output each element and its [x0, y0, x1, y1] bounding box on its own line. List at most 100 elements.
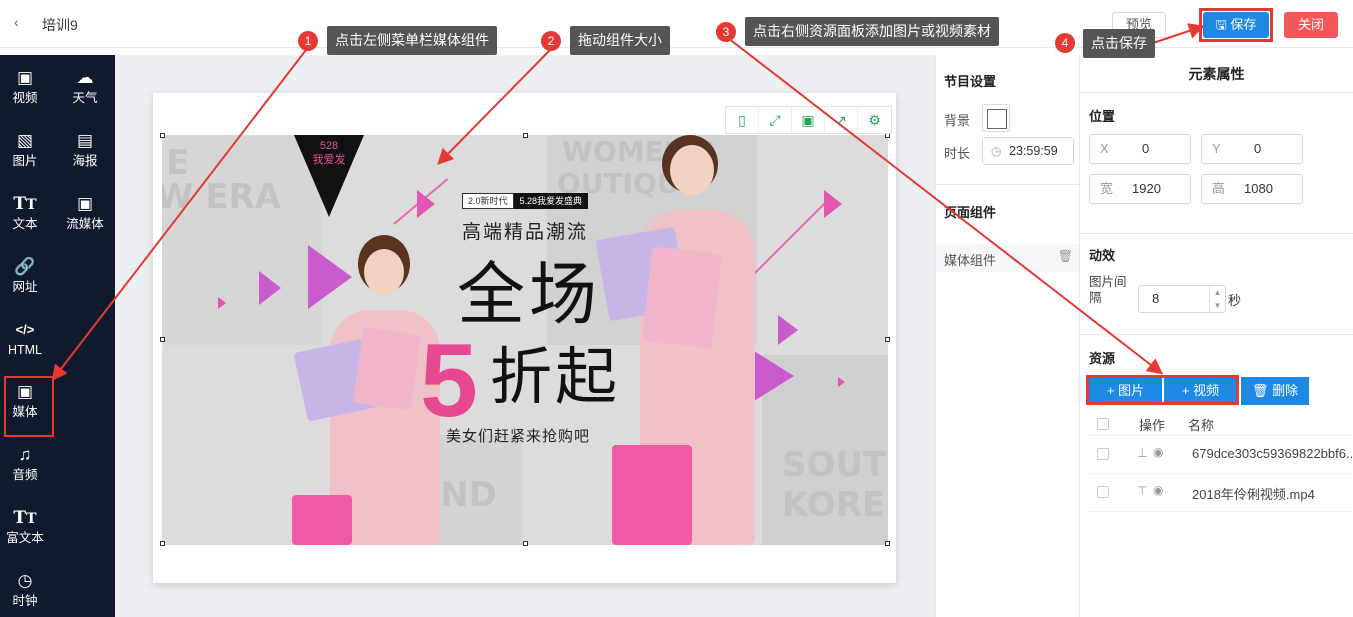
sidebar-item-label: 图片 [12, 154, 38, 168]
sidebar-item-video[interactable]: ▣ 视频 [0, 66, 50, 116]
sidebar-item-weather[interactable]: ☁ 天气 [60, 66, 110, 116]
move-up-icon[interactable]: ⊤ [1137, 484, 1147, 498]
sidebar-item-image[interactable]: ▧ 图片 [0, 129, 50, 179]
y-label: Y [1212, 141, 1221, 156]
position-title: 位置 [1089, 109, 1116, 124]
poster-icon: ▤ [76, 131, 94, 150]
banner-big-number: 5 [420, 323, 478, 439]
sidebar-item-html[interactable]: </> HTML [0, 318, 50, 368]
image-icon: ▧ [16, 131, 34, 150]
bg-word: W ERA [162, 177, 282, 217]
trash-icon: 🗑 [1251, 383, 1269, 398]
resize-handle[interactable] [523, 541, 528, 546]
resize-handle[interactable] [885, 541, 890, 546]
duration-value: 23:59:59 [1009, 144, 1058, 158]
col-operation: 操作 [1139, 418, 1166, 433]
row-checkbox[interactable] [1097, 486, 1109, 498]
fullscreen-icon[interactable]: ⤢ [759, 107, 792, 133]
height-field[interactable]: 高 1080 [1201, 174, 1303, 204]
sidebar-item-text[interactable]: TT 文本 [0, 192, 50, 242]
decor-triangle [259, 271, 281, 305]
bg-word: KORE [782, 485, 886, 525]
delete-label: 删除 [1272, 383, 1299, 398]
width-field[interactable]: 宽 1920 [1089, 174, 1191, 204]
tag-row: 2.0新时代 5.28我爱发盛典 [462, 193, 589, 209]
resize-handle[interactable] [160, 133, 165, 138]
eye-icon[interactable]: ◉ [1153, 483, 1163, 497]
x-label: X [1100, 141, 1109, 156]
sidebar-item-rich-text[interactable]: TT 富文本 [0, 506, 50, 556]
sidebar-item-label: 富文本 [6, 531, 44, 545]
select-all-checkbox[interactable] [1097, 418, 1109, 430]
step-badge-4: 4 [1055, 33, 1075, 53]
sidebar-item-clock[interactable]: ◷ 时钟 [0, 569, 50, 617]
divider [936, 184, 1079, 185]
add-image-button[interactable]: + 图片 [1089, 377, 1162, 405]
properties-title: 元素属性 [1080, 55, 1353, 93]
banner-cta: 美女们赶紧来抢购吧 [446, 428, 591, 445]
table-row[interactable]: ⊤ ◉ 2018年伶俐视频.mp4 [1089, 474, 1351, 512]
sidebar-item-media[interactable]: ▣ 媒体 [0, 380, 50, 430]
page-title: 培训9 [42, 17, 78, 33]
save-icon: 🖫 [1215, 17, 1227, 32]
close-button[interactable]: 关闭 [1284, 12, 1338, 38]
x-field[interactable]: X0 [1089, 134, 1191, 164]
resize-handle[interactable] [160, 541, 165, 546]
col-name: 名称 [1188, 418, 1215, 433]
trash-icon[interactable]: 🗑 [1058, 249, 1073, 263]
step-badge-2: 2 [541, 31, 561, 51]
move-down-icon[interactable]: ⊥ [1137, 446, 1147, 460]
stepper-arrows-icon[interactable]: ▲ ▼ [1209, 286, 1225, 312]
model-face [670, 145, 714, 195]
model-face [364, 249, 404, 295]
resize-handle[interactable] [885, 337, 890, 342]
step-badge-1: 1 [298, 31, 318, 51]
resize-handle[interactable] [523, 133, 528, 138]
y-value: 0 [1254, 141, 1262, 156]
bg-word: SOUT [782, 445, 887, 485]
cloud-icon: ☁ [76, 68, 94, 87]
eye-icon[interactable]: ◉ [1153, 445, 1163, 459]
sidebar-item-label: HTML [7, 343, 43, 357]
interval-value: 8 [1152, 291, 1160, 306]
sidebar-item-stream[interactable]: ▣ 流媒体 [60, 192, 110, 242]
page-components-title: 页面组件 [944, 205, 997, 220]
sidebar-item-label: 时钟 [12, 594, 38, 608]
sidebar-item-label: 媒体 [12, 405, 38, 419]
save-icon[interactable]: ▣ [792, 107, 825, 133]
bg-color-picker[interactable] [982, 104, 1010, 132]
clock-icon: ◷ [991, 144, 1002, 158]
chevron-left-icon[interactable]: ‹ [14, 14, 30, 32]
save-button[interactable]: 🖫 保存 [1203, 12, 1269, 38]
sidebar-item-audio[interactable]: ♫ 音频 [0, 443, 50, 493]
row-checkbox[interactable] [1097, 448, 1109, 460]
add-video-button[interactable]: + 视频 [1164, 377, 1237, 405]
sidebar-item-url[interactable]: 🔗 网址 [0, 255, 50, 305]
sidebar-item-label: 流媒体 [66, 217, 104, 231]
canvas-toolbar: ▯ ⤢ ▣ ↗ ⚙ [725, 106, 892, 134]
callout-1: 点击左侧菜单栏媒体组件 [327, 26, 497, 55]
interval-unit: 秒 [1228, 293, 1242, 308]
interval-stepper[interactable]: 8 ▲ ▼ [1138, 285, 1226, 313]
gear-icon[interactable]: ⚙ [858, 107, 891, 133]
sidebar-item-poster[interactable]: ▤ 海报 [60, 129, 110, 179]
export-icon[interactable]: ↗ [825, 107, 858, 133]
delete-resource-button[interactable]: 🗑 删除 [1241, 377, 1309, 405]
fit-page-icon[interactable]: ▯ [726, 107, 759, 133]
media-component[interactable]: E W ERA WOMEN'S OUTIQUE END SOUT KORE 52… [162, 135, 888, 545]
decor-triangle [838, 377, 845, 387]
x-value: 0 [1142, 141, 1150, 156]
interval-label: 图片间隔 [1089, 275, 1127, 305]
resize-handle[interactable] [160, 337, 165, 342]
decor-triangle [417, 190, 435, 218]
table-row[interactable]: ⊥ ◉ 679dce303c59369822bbf6... [1089, 436, 1353, 474]
video-icon: ▣ [16, 68, 34, 87]
divider [1080, 233, 1353, 234]
banner-line2: 折起 [490, 343, 621, 412]
component-list-item[interactable]: 媒体组件 🗑 [936, 244, 1079, 272]
duration-input[interactable]: ◷ 23:59:59 [982, 137, 1074, 165]
height-label: 高 [1212, 181, 1226, 196]
decor-triangle [824, 190, 842, 218]
media-icon: ▣ [16, 382, 34, 401]
y-field[interactable]: Y0 [1201, 134, 1303, 164]
